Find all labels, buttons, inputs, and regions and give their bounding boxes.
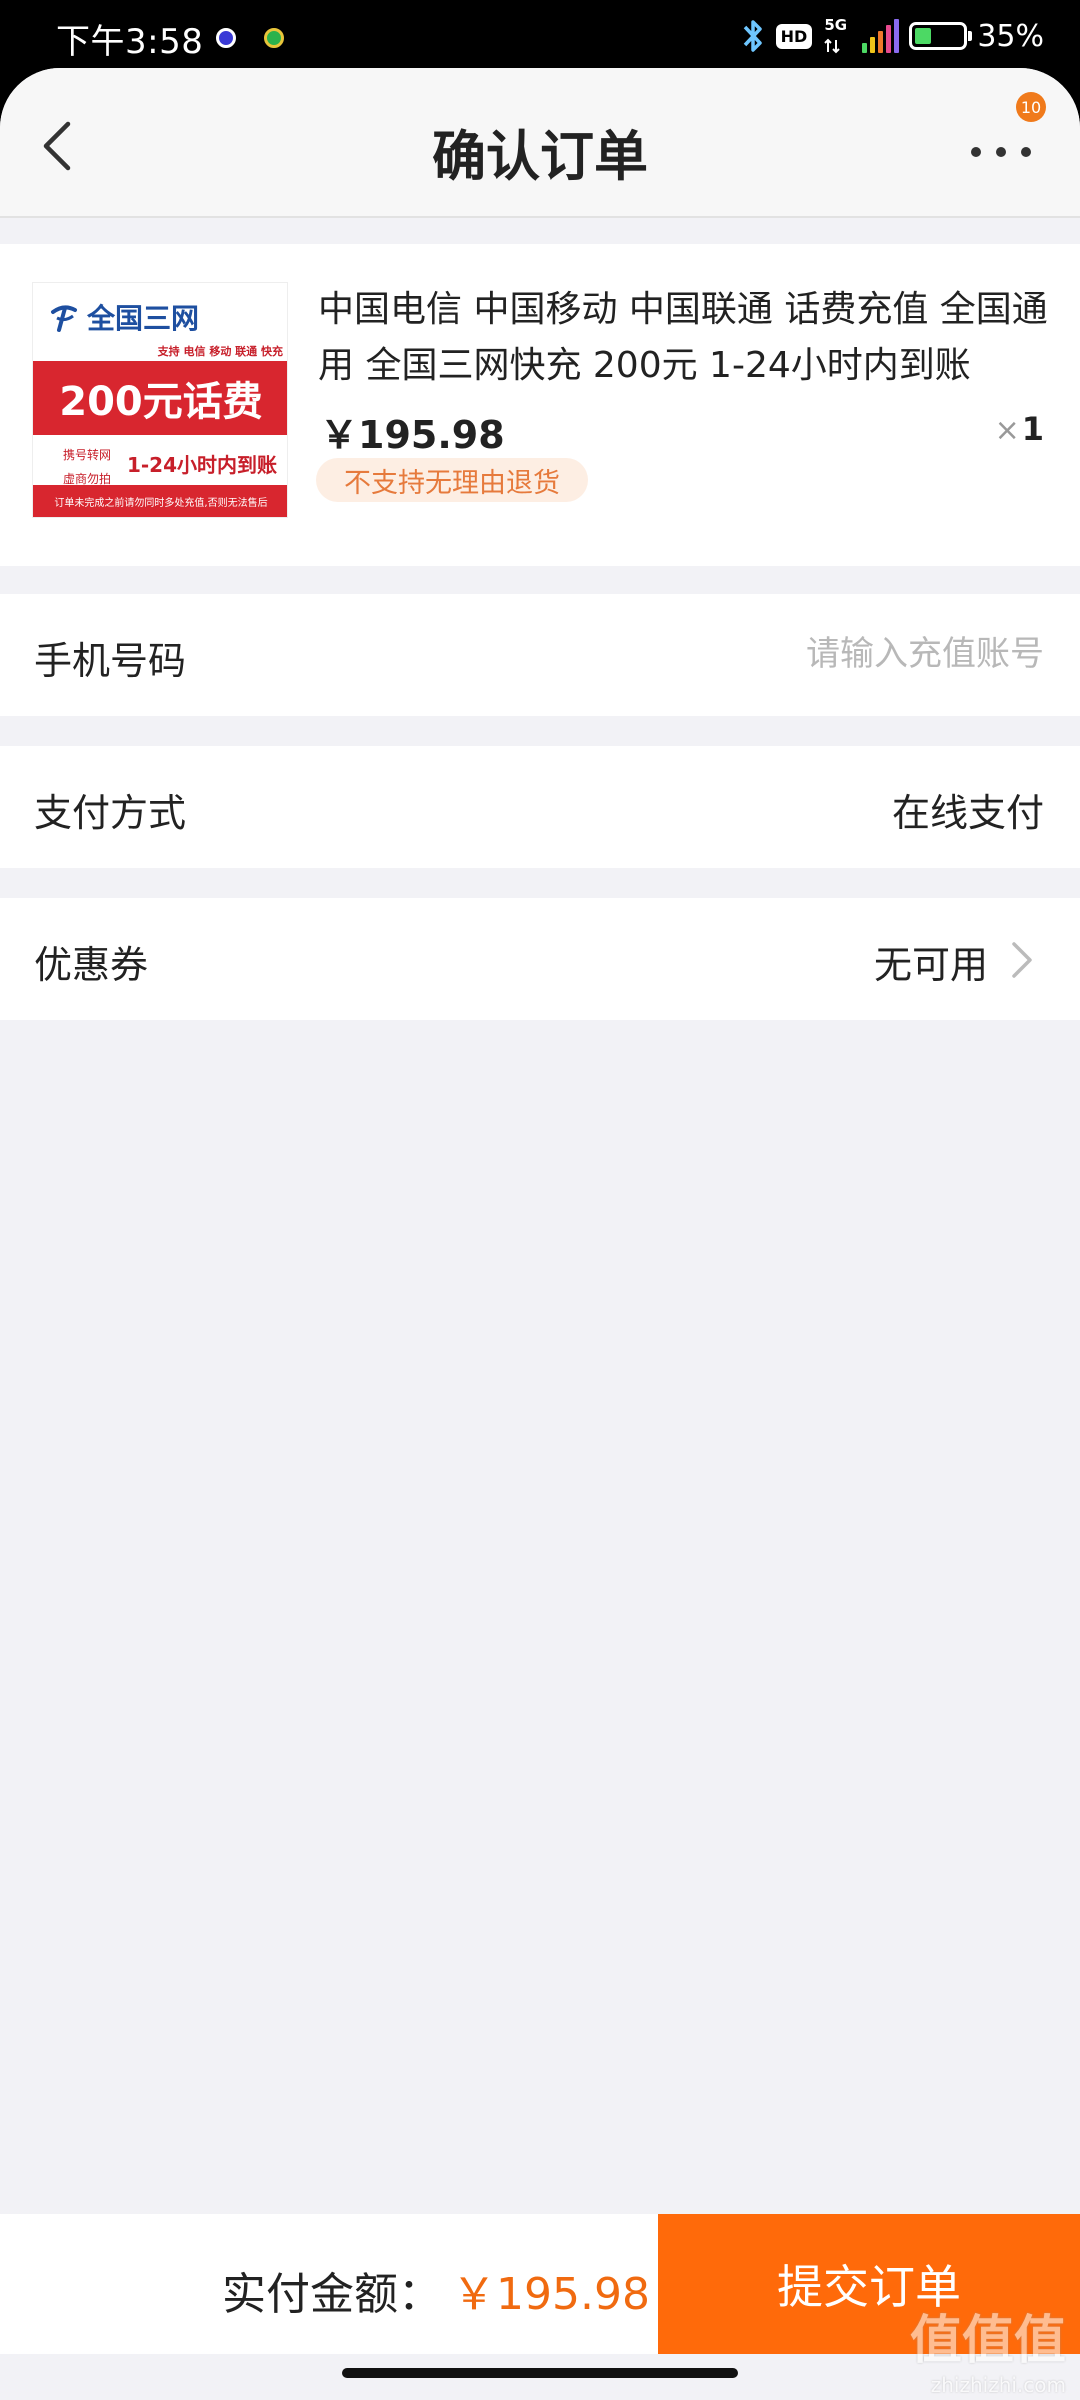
product-image-support: 支持 电信 移动 联通 快充: [157, 345, 283, 358]
more-icon[interactable]: [966, 128, 1036, 178]
home-indicator[interactable]: [342, 2368, 738, 2378]
product-quantity: ×1: [994, 410, 1044, 448]
watermark-logo: 值值值: [909, 2311, 1066, 2371]
notification-icon: [216, 28, 236, 48]
product-title: 中国电信 中国移动 中国联通 话费充值 全国通用 全国三网快充 200元 1-2…: [318, 289, 1048, 386]
order-confirm-screen: 确认订单 10 全国三网 支持 电信 移动 联通 快充 200元话费 携号转网 …: [0, 68, 1080, 2400]
notification-icon: [264, 28, 284, 48]
product-image-tags: 携号转网 虚商勿拍: [63, 448, 112, 486]
battery-icon: [909, 22, 973, 50]
bluetooth-icon: [743, 20, 762, 52]
phone-number-label: 手机号码: [34, 639, 187, 683]
network-5g-icon: 5G: [822, 16, 852, 56]
coupon-value: 无可用: [873, 943, 988, 987]
product-image-brand: 全国三网: [49, 297, 199, 337]
message-count-badge: 10: [1016, 92, 1046, 122]
coupon-row[interactable]: 优惠券 无可用: [0, 898, 1080, 1020]
page-title: 确认订单: [432, 125, 648, 188]
telecom-logo-icon: [51, 305, 77, 332]
product-image-band: 200元话费: [33, 361, 287, 435]
total-amount: ￥195.98: [452, 2269, 650, 2320]
payment-method-label: 支付方式: [34, 791, 187, 835]
product-image: 全国三网 支持 电信 移动 联通 快充 200元话费 携号转网 虚商勿拍 1-2…: [32, 282, 288, 518]
payment-method-value: 在线支付: [891, 791, 1044, 835]
product-price: ￥195.98: [320, 413, 505, 457]
watermark-site: zhizhizhi.com: [930, 2373, 1066, 2397]
product-image-time: 1-24小时内到账: [126, 453, 277, 477]
nav-bar: 确认订单 10: [0, 68, 1080, 218]
watermark: 值值值 zhizhizhi.com: [910, 2298, 1066, 2397]
hd-badge: HD: [775, 23, 813, 49]
product-image-footer: 订单未完成之前请勿同时多处充值,否则无法售后: [33, 485, 287, 517]
signal-strength-icon: [862, 19, 900, 53]
status-time: 下午3:58: [56, 22, 204, 62]
chevron-right-icon: [1012, 942, 1032, 978]
coupon-label: 优惠券: [34, 943, 149, 987]
no-return-tag: 不支持无理由退货: [316, 458, 588, 502]
payment-method-row: 支付方式 在线支付: [0, 746, 1080, 868]
phone-number-input[interactable]: [544, 624, 1044, 684]
product-card: 全国三网 支持 电信 移动 联通 快充 200元话费 携号转网 虚商勿拍 1-2…: [0, 244, 1080, 566]
status-indicators: HD 5G 35%: [740, 14, 1044, 58]
battery-level: [915, 28, 932, 44]
phone-number-row: 手机号码: [0, 594, 1080, 716]
battery-percent: 35%: [977, 18, 1044, 54]
status-bar: 下午3:58 HD 5G 35%: [0, 0, 1080, 72]
total-label: 实付金额：: [222, 2269, 442, 2320]
